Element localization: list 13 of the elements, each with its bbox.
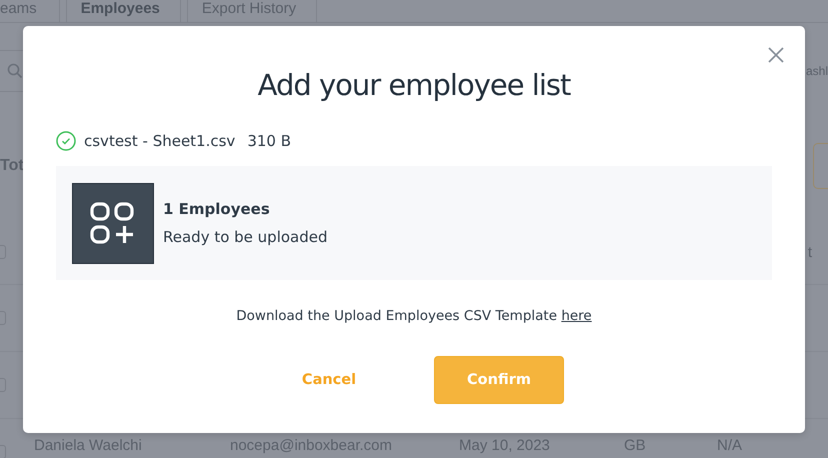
search-icon: [7, 63, 23, 79]
confirm-button[interactable]: Confirm: [434, 356, 564, 404]
close-icon[interactable]: [768, 47, 784, 63]
dialog-title: Add your employee list: [258, 67, 570, 104]
tab[interactable]: Employees: [66, 0, 181, 22]
template-link[interactable]: here: [561, 308, 592, 324]
file-name: csvtest - Sheet1.csv: [84, 132, 236, 150]
cancel-button[interactable]: Cancel: [264, 356, 394, 404]
people-add-icon: [72, 182, 154, 264]
file-size: 310 B: [247, 132, 292, 150]
status-message: Ready to be uploaded: [163, 228, 328, 246]
employee-count: 1 Employees: [163, 200, 271, 218]
template-note: Download the Upload Employees CSV Template here: [236, 308, 592, 324]
